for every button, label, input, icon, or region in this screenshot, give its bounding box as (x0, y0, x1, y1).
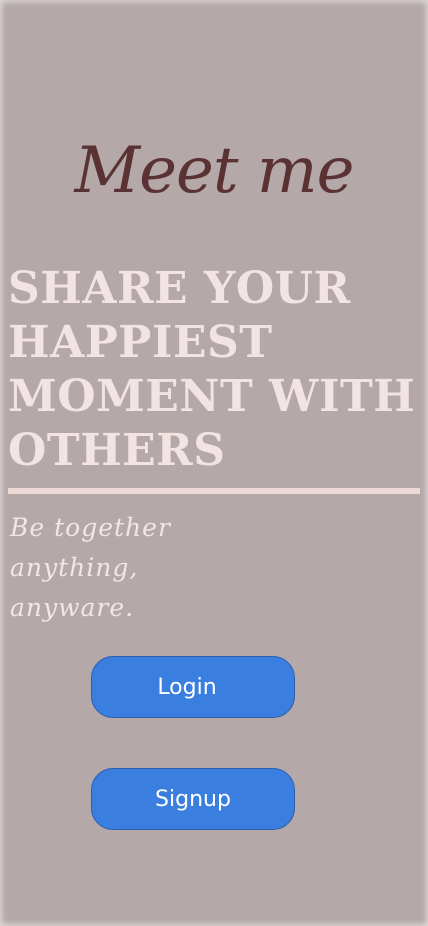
signup-button-label: Signup (155, 786, 231, 812)
login-button[interactable]: Login (91, 656, 295, 718)
hero-tagline: Be together anything, anyware. (10, 513, 171, 622)
signup-button[interactable]: Signup (91, 768, 295, 830)
login-button-label: Login (157, 674, 217, 700)
app-logo: Meet me (74, 134, 355, 208)
divider (8, 488, 420, 494)
landing-screen: Meet me Share your happiest moment with … (0, 0, 428, 926)
hero-headline: Share your happiest moment with others (8, 263, 416, 476)
